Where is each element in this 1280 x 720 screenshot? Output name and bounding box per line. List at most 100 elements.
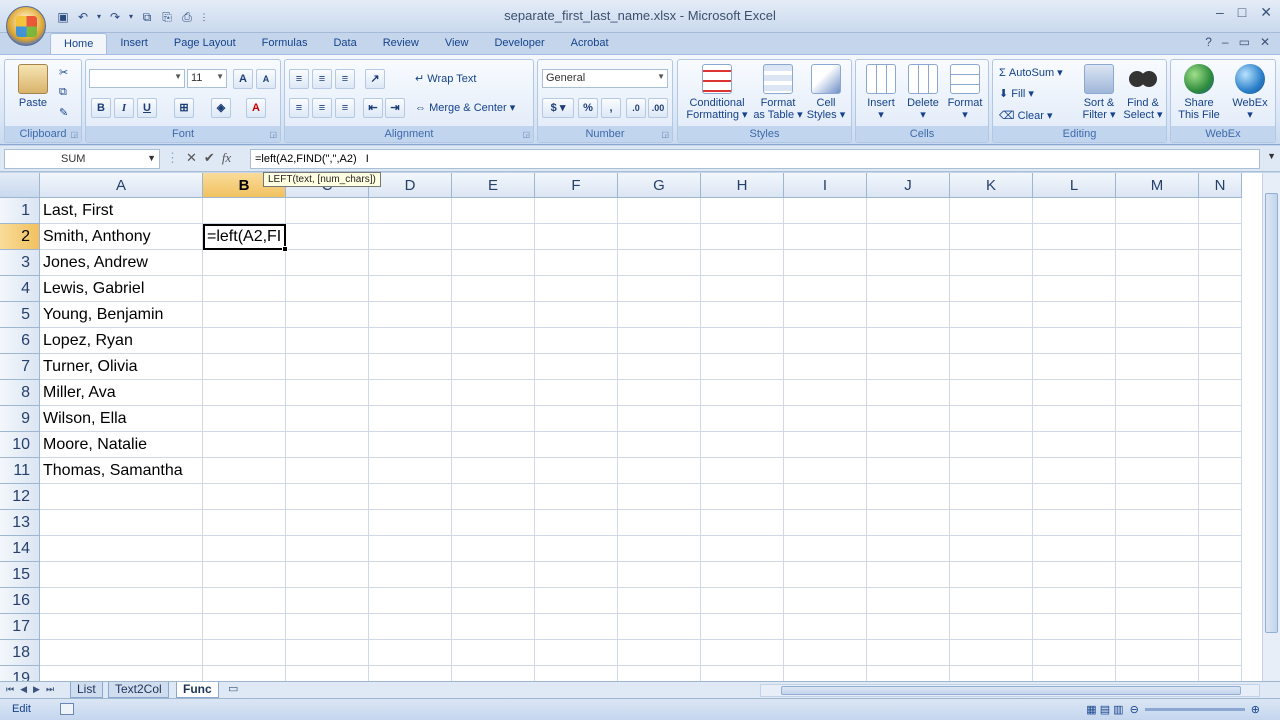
cell-a4[interactable]: Lewis, Gabriel xyxy=(40,276,203,302)
cell-i19[interactable] xyxy=(784,666,867,681)
align-middle-icon[interactable]: ≡ xyxy=(312,69,332,89)
cell-d8[interactable] xyxy=(369,380,452,406)
row-header-13[interactable]: 13 xyxy=(0,510,40,536)
cell-c8[interactable] xyxy=(286,380,369,406)
cell-l3[interactable] xyxy=(1033,250,1116,276)
cell-c19[interactable] xyxy=(286,666,369,681)
cell-e14[interactable] xyxy=(452,536,535,562)
cell-d2[interactable] xyxy=(369,224,452,250)
cell-a17[interactable] xyxy=(40,614,203,640)
cell-i13[interactable] xyxy=(784,510,867,536)
borders-icon[interactable]: ⊞ xyxy=(174,98,194,118)
cell-h5[interactable] xyxy=(701,302,784,328)
cell-j18[interactable] xyxy=(867,640,950,666)
cell-n12[interactable] xyxy=(1199,484,1242,510)
cell-i14[interactable] xyxy=(784,536,867,562)
cell-b8[interactable] xyxy=(203,380,286,406)
orientation-icon[interactable]: ↗ xyxy=(365,69,385,89)
shrink-font-button[interactable]: A xyxy=(256,69,276,89)
cell-n19[interactable] xyxy=(1199,666,1242,681)
cell-j11[interactable] xyxy=(867,458,950,484)
cell-d4[interactable] xyxy=(369,276,452,302)
sheet-tab-func[interactable]: Func xyxy=(176,682,219,698)
cell-k10[interactable] xyxy=(950,432,1033,458)
cell-h13[interactable] xyxy=(701,510,784,536)
cell-a11[interactable]: Thomas, Samantha xyxy=(40,458,203,484)
cell-a14[interactable] xyxy=(40,536,203,562)
bold-button[interactable]: B xyxy=(91,98,111,118)
cell-m3[interactable] xyxy=(1116,250,1199,276)
cell-h1[interactable] xyxy=(701,198,784,224)
row-header-14[interactable]: 14 xyxy=(0,536,40,562)
font-color-icon[interactable]: A xyxy=(246,98,266,118)
column-header-e[interactable]: E xyxy=(452,173,535,198)
cell-g1[interactable] xyxy=(618,198,701,224)
cancel-icon[interactable]: ✕ xyxy=(186,150,197,166)
format-cells-button[interactable]: Format ▾ xyxy=(944,64,986,121)
row-header-4[interactable]: 4 xyxy=(0,276,40,302)
font-name-field[interactable]: ▼ xyxy=(89,69,185,88)
prev-sheet-icon[interactable]: ◀ xyxy=(20,684,27,695)
row-header-8[interactable]: 8 xyxy=(0,380,40,406)
cell-f12[interactable] xyxy=(535,484,618,510)
cell-m15[interactable] xyxy=(1116,562,1199,588)
cell-f18[interactable] xyxy=(535,640,618,666)
tab-data[interactable]: Data xyxy=(320,33,369,55)
cell-m14[interactable] xyxy=(1116,536,1199,562)
cell-j3[interactable] xyxy=(867,250,950,276)
cell-b7[interactable] xyxy=(203,354,286,380)
cell-j6[interactable] xyxy=(867,328,950,354)
cell-a9[interactable]: Wilson, Ella xyxy=(40,406,203,432)
cell-d14[interactable] xyxy=(369,536,452,562)
cell-l10[interactable] xyxy=(1033,432,1116,458)
column-header-k[interactable]: K xyxy=(950,173,1033,198)
row-header-6[interactable]: 6 xyxy=(0,328,40,354)
cell-k5[interactable] xyxy=(950,302,1033,328)
cell-i2[interactable] xyxy=(784,224,867,250)
cell-d6[interactable] xyxy=(369,328,452,354)
currency-button[interactable]: $ ▾ xyxy=(542,98,574,118)
comma-button[interactable]: , xyxy=(601,98,621,118)
decrease-indent-icon[interactable]: ⇤ xyxy=(363,98,383,118)
cell-f8[interactable] xyxy=(535,380,618,406)
cell-n6[interactable] xyxy=(1199,328,1242,354)
cell-g2[interactable] xyxy=(618,224,701,250)
cell-a3[interactable]: Jones, Andrew xyxy=(40,250,203,276)
cell-k18[interactable] xyxy=(950,640,1033,666)
cell-i5[interactable] xyxy=(784,302,867,328)
cell-n16[interactable] xyxy=(1199,588,1242,614)
cell-m17[interactable] xyxy=(1116,614,1199,640)
cell-d17[interactable] xyxy=(369,614,452,640)
cell-f19[interactable] xyxy=(535,666,618,681)
cell-g4[interactable] xyxy=(618,276,701,302)
cell-j1[interactable] xyxy=(867,198,950,224)
last-sheet-icon[interactable]: ⏭ xyxy=(46,684,54,695)
cell-c3[interactable] xyxy=(286,250,369,276)
cell-d18[interactable] xyxy=(369,640,452,666)
cell-h17[interactable] xyxy=(701,614,784,640)
percent-button[interactable]: % xyxy=(578,98,598,118)
row-header-2[interactable]: 2 xyxy=(0,224,40,250)
cell-f16[interactable] xyxy=(535,588,618,614)
cell-n7[interactable] xyxy=(1199,354,1242,380)
format-painter-icon[interactable]: ✎ xyxy=(59,106,68,119)
cell-e10[interactable] xyxy=(452,432,535,458)
find-select-button[interactable]: Find & Select ▾ xyxy=(1121,64,1165,121)
cell-a12[interactable] xyxy=(40,484,203,510)
cell-a8[interactable]: Miller, Ava xyxy=(40,380,203,406)
cell-i3[interactable] xyxy=(784,250,867,276)
cell-c7[interactable] xyxy=(286,354,369,380)
cell-i17[interactable] xyxy=(784,614,867,640)
row-header-17[interactable]: 17 xyxy=(0,614,40,640)
cell-m2[interactable] xyxy=(1116,224,1199,250)
cell-n18[interactable] xyxy=(1199,640,1242,666)
cell-m8[interactable] xyxy=(1116,380,1199,406)
cell-n15[interactable] xyxy=(1199,562,1242,588)
next-sheet-icon[interactable]: ▶ xyxy=(33,684,40,695)
cell-c9[interactable] xyxy=(286,406,369,432)
cell-g8[interactable] xyxy=(618,380,701,406)
cell-e2[interactable] xyxy=(452,224,535,250)
row-header-9[interactable]: 9 xyxy=(0,406,40,432)
cell-c18[interactable] xyxy=(286,640,369,666)
cell-l15[interactable] xyxy=(1033,562,1116,588)
